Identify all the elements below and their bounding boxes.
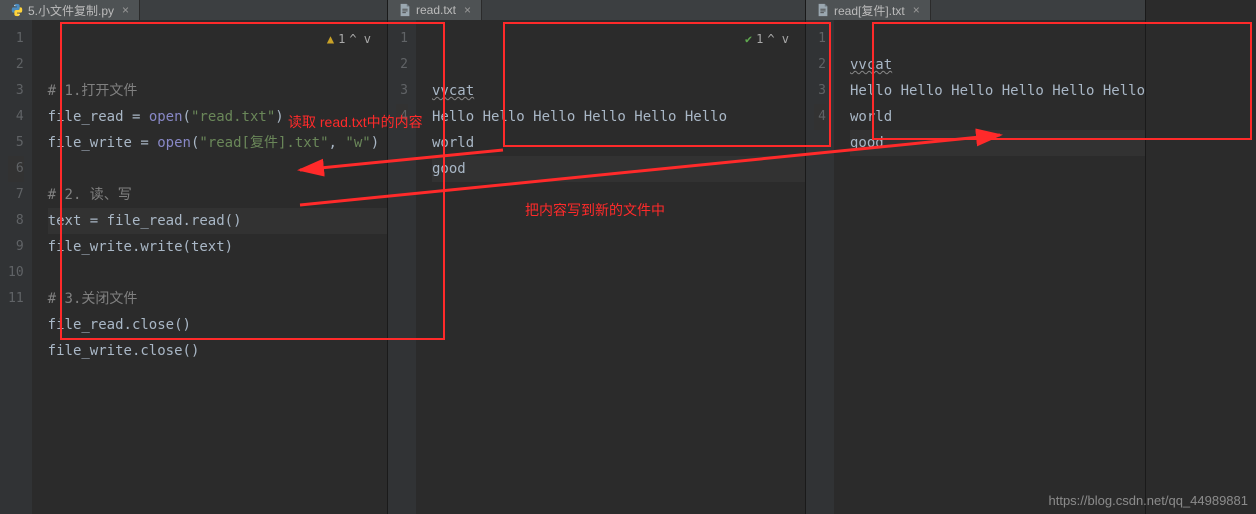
editor-pane-1: 5.小文件复制.py × 1 2 3 4 5 6 7 8 9 10 11 ▲ 1… [0,0,388,514]
close-icon[interactable]: × [913,3,920,17]
code-text: file_write.write(text) [48,234,387,260]
info-count: 1 [756,26,763,52]
line-gutter: 1 2 3 4 [388,20,416,514]
line-gutter: 1 2 3 4 5 6 7 8 9 10 11 [0,20,32,514]
line-num: 4 [8,104,24,130]
line-num: 7 [8,182,24,208]
code-text: ) [371,135,379,151]
tab-label: 5.小文件复制.py [28,2,114,19]
code-body[interactable]: vvcat Hello Hello Hello Hello Hello Hello… [834,20,1145,514]
tab-label: read.txt [416,3,456,17]
code-text [48,260,387,286]
warn-count: 1 [338,26,345,52]
code-text: open [157,135,191,151]
code-text: open [149,109,183,125]
check-icon: ✔ [745,26,752,52]
code-text: "read.txt" [191,109,275,125]
inspection-status[interactable]: ✔ 1 ^ v [745,26,789,52]
code-text: , [329,135,346,151]
code-text: Hello Hello Hello Hello Hello Hello [850,78,1145,104]
editor-area[interactable]: 1 2 3 4 ✔ 1 ^ v vvcat Hello Hello Hello H… [388,20,805,514]
line-num: 4 [396,104,408,130]
tab-python-file[interactable]: 5.小文件复制.py × [0,0,140,20]
code-text: # 1.打开文件 [48,83,138,99]
editor-area[interactable]: 1 2 3 4 5 6 7 8 9 10 11 ▲ 1 ^ v # 1.打开文件… [0,20,387,514]
code-text: file_read.close() [48,312,387,338]
warning-icon: ▲ [327,26,334,52]
code-text: world [850,104,1145,130]
code-text: # 2. 读、写 [48,187,132,203]
line-num: 6 [8,156,24,182]
code-text: vvcat [432,83,474,99]
line-num: 2 [8,52,24,78]
tabbar: read[复件].txt × [806,0,1145,20]
python-icon [10,3,24,17]
code-text: ) [275,109,283,125]
code-text: good [432,156,805,182]
nav-arrows[interactable]: ^ v [767,26,789,52]
line-num: 8 [8,208,24,234]
line-num: 1 [8,26,24,52]
code-text: ( [183,109,191,125]
code-text: text = file_read.read() [48,208,387,234]
line-num: 2 [814,52,826,78]
tabbar: read.txt × [388,0,805,20]
line-num: 9 [8,234,24,260]
close-icon[interactable]: × [122,3,129,17]
editor-pane-2: read.txt × 1 2 3 4 ✔ 1 ^ v vvcat Hello He… [388,0,806,514]
tab-text-file[interactable]: read.txt × [388,0,482,20]
file-icon [816,3,830,17]
code-text: file_read = [48,109,149,125]
editor-pane-3: read[复件].txt × 1 2 3 4 vvcat Hello Hello … [806,0,1146,514]
line-num: 11 [8,286,24,312]
editor-area[interactable]: 1 2 3 4 vvcat Hello Hello Hello Hello Hel… [806,20,1145,514]
tabbar: 5.小文件复制.py × [0,0,387,20]
line-num: 4 [814,104,826,130]
line-num: 10 [8,260,24,286]
code-text: good [850,130,1145,156]
line-num: 1 [396,26,408,52]
watermark: https://blog.csdn.net/qq_44989881 [1049,493,1249,508]
line-num: 5 [8,130,24,156]
code-text: Hello Hello Hello Hello Hello Hello [432,104,805,130]
code-text: file_write.close() [48,338,387,364]
tab-text-file-copy[interactable]: read[复件].txt × [806,0,931,20]
code-body[interactable]: ▲ 1 ^ v # 1.打开文件file_read = open("read.t… [32,20,387,514]
tab-label: read[复件].txt [834,2,905,19]
line-num: 3 [8,78,24,104]
code-text: # 3.关闭文件 [48,291,138,307]
code-text: "read[复件].txt" [199,135,328,151]
close-icon[interactable]: × [464,3,471,17]
nav-arrows[interactable]: ^ v [349,26,371,52]
line-num: 3 [814,78,826,104]
code-text [48,156,387,182]
line-gutter: 1 2 3 4 [806,20,834,514]
code-text: vvcat [850,57,892,73]
file-icon [398,3,412,17]
line-num: 3 [396,78,408,104]
code-text: "w" [345,135,370,151]
code-text: file_write = [48,135,158,151]
line-num: 2 [396,52,408,78]
code-body[interactable]: ✔ 1 ^ v vvcat Hello Hello Hello Hello Hel… [416,20,805,514]
line-num: 1 [814,26,826,52]
code-text: world [432,130,805,156]
inspection-status[interactable]: ▲ 1 ^ v [327,26,371,52]
